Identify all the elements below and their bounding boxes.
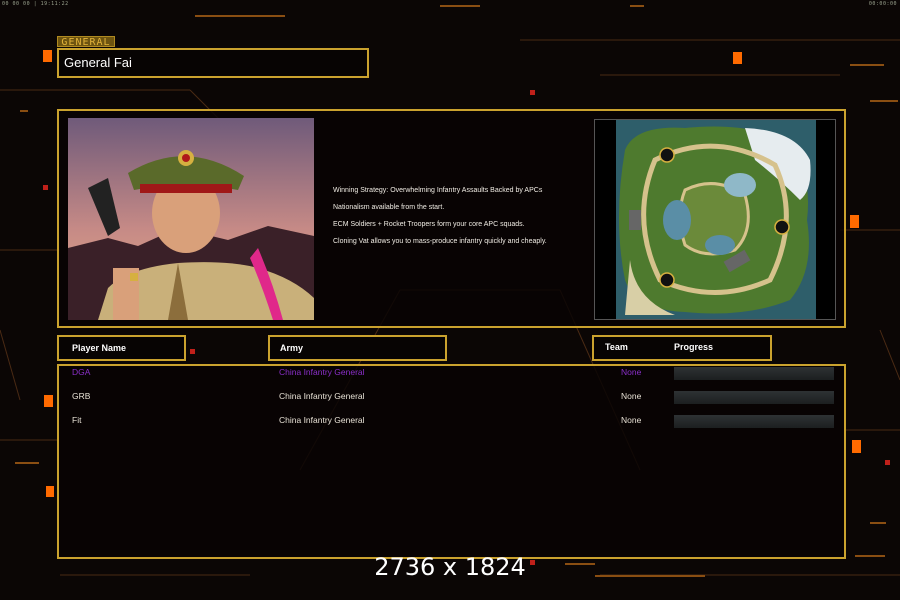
progress-bar <box>674 415 834 428</box>
hud-readout-left: 00 00 00 | 19:11:22 <box>2 1 69 7</box>
progress-bar <box>674 391 834 404</box>
description-line: ECM Soldiers + Rocket Troopers form your… <box>333 221 525 228</box>
description-line: Nationalism available from the start. <box>333 204 445 211</box>
description-line: Cloning Vat allows you to mass-produce i… <box>333 238 547 245</box>
team-value: None <box>621 367 642 377</box>
progress-header: Progress <box>674 342 714 352</box>
progress-bar <box>674 367 834 380</box>
strategy-description: Winning Strategy: Overwhelming Infantry … <box>333 187 588 255</box>
description-line: Winning Strategy: Overwhelming Infantry … <box>333 187 543 194</box>
resolution-watermark: 2736 x 1824 <box>374 553 526 581</box>
table-row: DGA China Infantry General None <box>0 367 900 381</box>
general-name: General Fai <box>57 48 369 78</box>
map-preview <box>594 119 836 320</box>
table-row: GRB China Infantry General None <box>0 391 900 405</box>
player-name: GRB <box>72 391 91 401</box>
army-header: Army <box>268 335 447 361</box>
team-progress-header: Team Progress <box>592 335 772 361</box>
team-value: None <box>621 391 642 401</box>
army-name: China Infantry General <box>279 415 365 425</box>
general-portrait <box>68 118 314 320</box>
team-header: Team <box>605 342 628 352</box>
table-row: Fit China Infantry General None <box>0 415 900 429</box>
player-name: Fit <box>72 415 82 425</box>
army-name: China Infantry General <box>279 391 365 401</box>
army-name: China Infantry General <box>279 367 365 377</box>
hud-readout-right: 00:00:00 <box>868 1 897 7</box>
team-value: None <box>621 415 642 425</box>
general-label: GENERAL <box>57 36 115 48</box>
player-name-header: Player Name <box>57 335 186 361</box>
player-name: DGA <box>72 367 91 377</box>
